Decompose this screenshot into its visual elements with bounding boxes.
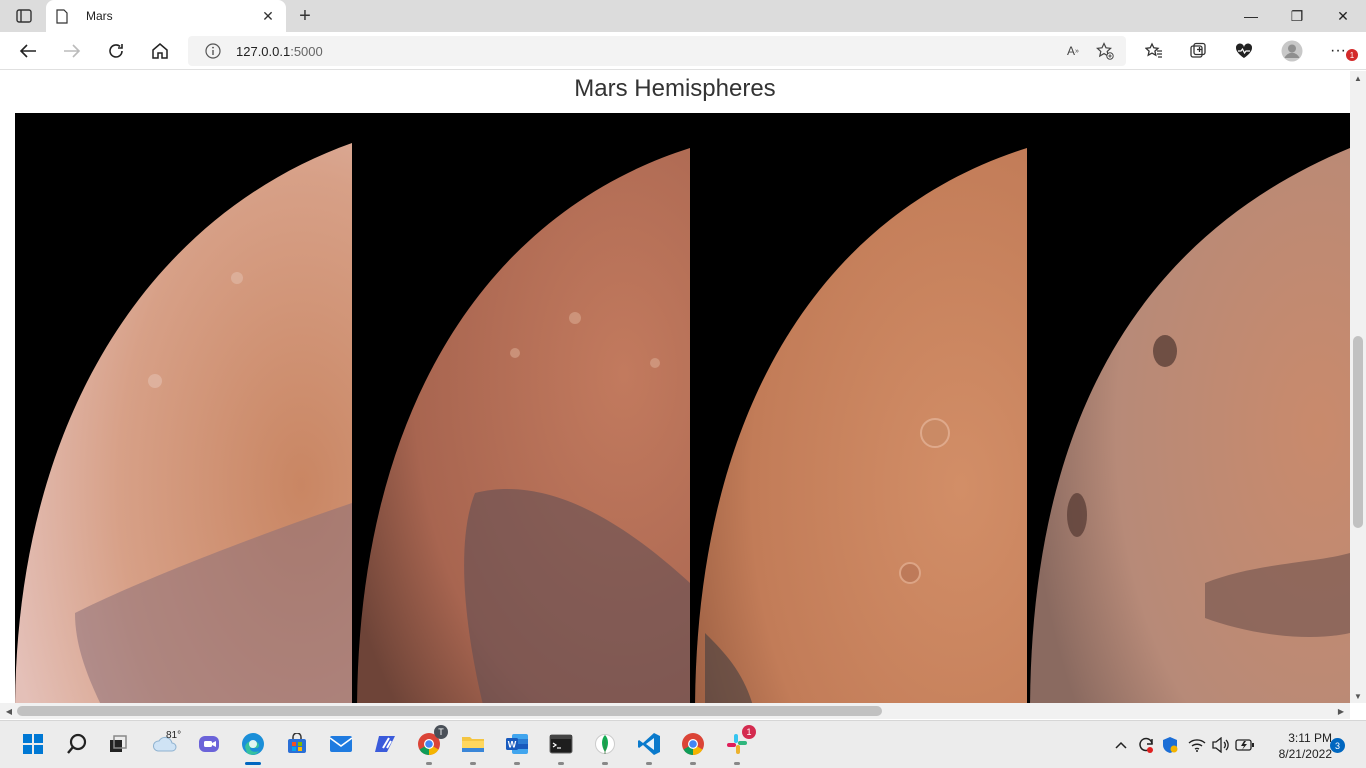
browser-tab[interactable]: Mars ✕ [46, 0, 286, 32]
clock-time: 3:11 PM [1288, 731, 1332, 745]
mongodb-icon[interactable] [590, 729, 620, 765]
collections-icon[interactable] [1184, 37, 1212, 65]
running-indicator [558, 762, 564, 765]
notification-badge: 1 [1346, 49, 1358, 61]
close-tab-icon[interactable]: ✕ [260, 8, 276, 24]
sync-alert-icon[interactable] [1136, 735, 1156, 755]
running-indicator [514, 762, 520, 765]
browser-tab-strip: Mars ✕ + — ❐ ✕ [0, 0, 1366, 32]
page-viewport: Mars Hemispheres [0, 71, 1350, 703]
tab-title: Mars [86, 9, 113, 23]
battery-icon[interactable] [1234, 735, 1256, 755]
vscode-icon[interactable] [634, 729, 664, 765]
scroll-up-arrow-icon[interactable]: ▲ [1350, 71, 1366, 85]
forward-button[interactable] [58, 37, 86, 65]
restore-button[interactable]: ❐ [1274, 0, 1320, 32]
system-clock[interactable]: 3:11 PM 8/21/2022 [1262, 730, 1332, 762]
chrome-profile-badge: T [434, 725, 448, 739]
show-hidden-icons-chevron-icon[interactable] [1112, 735, 1130, 755]
scroll-right-arrow-icon[interactable]: ▶ [1334, 703, 1348, 719]
browser-toolbar: 127.0.0.1:5000 A» ··· 1 [0, 32, 1366, 70]
home-button[interactable] [146, 37, 174, 65]
active-indicator [245, 762, 261, 765]
close-window-button[interactable]: ✕ [1320, 0, 1366, 32]
chrome-icon[interactable] [678, 729, 708, 765]
favorites-icon[interactable] [1140, 37, 1168, 65]
url-host: 127.0.0.1 [236, 43, 291, 59]
svg-text:W: W [508, 740, 517, 750]
hemispheres-gallery [15, 113, 1350, 703]
mail-icon[interactable] [326, 729, 356, 759]
hemisphere-image-2[interactable] [352, 113, 690, 703]
chrome-icon[interactable]: T [414, 725, 448, 765]
window-controls: — ❐ ✕ [1228, 0, 1366, 32]
word-icon[interactable]: W [502, 729, 532, 765]
url-port: :5000 [290, 43, 323, 59]
running-indicator [690, 762, 696, 765]
new-tab-button[interactable]: + [294, 5, 316, 27]
site-info-icon[interactable] [204, 42, 222, 60]
vertical-scroll-thumb[interactable] [1353, 336, 1363, 528]
browser-essentials-icon[interactable] [1230, 37, 1258, 65]
running-indicator [470, 762, 476, 765]
hemisphere-image-3[interactable] [690, 113, 1027, 703]
clock-date: 8/21/2022 [1278, 747, 1332, 761]
running-indicator [602, 762, 608, 765]
slack-icon[interactable]: 1 [722, 725, 756, 765]
security-shield-icon[interactable] [1160, 735, 1180, 755]
back-button[interactable] [14, 37, 42, 65]
terminal-icon[interactable] [546, 729, 576, 765]
minimize-button[interactable]: — [1228, 0, 1274, 32]
notification-center-badge[interactable]: 3 [1330, 738, 1345, 753]
refresh-button[interactable] [102, 37, 130, 65]
hemisphere-image-4[interactable] [1027, 113, 1350, 703]
slack-badge: 1 [742, 725, 756, 739]
start-icon[interactable] [18, 729, 48, 759]
store-icon[interactable] [282, 729, 312, 759]
hemisphere-image-1[interactable] [15, 113, 352, 703]
weather-temperature: 81° [166, 730, 182, 741]
add-favorite-icon[interactable] [1096, 42, 1114, 60]
url-text: 127.0.0.1:5000 [236, 44, 323, 59]
address-bar-actions: A» [1064, 42, 1114, 60]
vertical-scrollbar[interactable]: ▲ ▼ [1350, 71, 1366, 703]
page-icon [56, 8, 72, 24]
search-icon[interactable] [62, 729, 92, 759]
horizontal-scroll-thumb[interactable] [17, 706, 882, 716]
profile-avatar[interactable] [1278, 37, 1306, 65]
scroll-down-arrow-icon[interactable]: ▼ [1350, 689, 1366, 703]
page-title: Mars Hemispheres [574, 75, 776, 102]
settings-more-icon[interactable]: ··· 1 [1324, 37, 1358, 65]
tab-actions-icon[interactable] [10, 6, 38, 26]
horizontal-scrollbar[interactable]: ◀ ▶ [0, 703, 1350, 719]
volume-icon[interactable] [1210, 735, 1232, 755]
scroll-left-arrow-icon[interactable]: ◀ [2, 703, 16, 719]
address-bar[interactable]: 127.0.0.1:5000 A» [188, 36, 1126, 66]
task-view-icon[interactable] [104, 729, 134, 759]
edge-icon[interactable] [238, 729, 268, 765]
windows-taskbar: 81° T W 1 3:11 PM 8/21/2022 3 [0, 720, 1366, 768]
wifi-icon[interactable] [1186, 735, 1208, 755]
file-explorer-icon[interactable] [458, 729, 488, 765]
running-indicator [734, 762, 740, 765]
running-indicator [646, 762, 652, 765]
read-aloud-icon[interactable]: A» [1064, 42, 1082, 60]
power-automate-icon[interactable] [370, 729, 400, 759]
running-indicator [426, 762, 432, 765]
teams-chat-icon[interactable] [194, 729, 224, 759]
